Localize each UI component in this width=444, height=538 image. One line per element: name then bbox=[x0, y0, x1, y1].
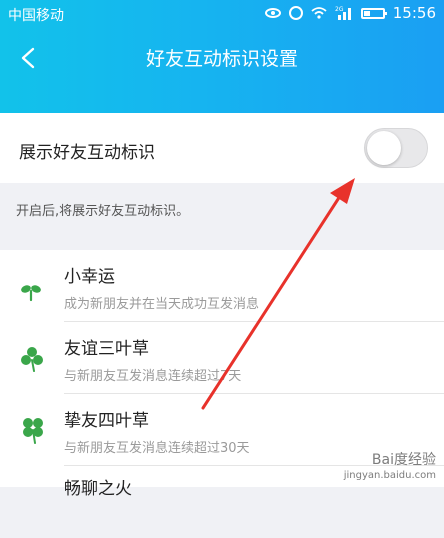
three-leaf-clover-icon bbox=[21, 347, 43, 372]
show-interaction-mark-switch[interactable] bbox=[364, 128, 428, 168]
status-icons: 2G 15:56 bbox=[264, 4, 436, 22]
watermark-url: jingyan.baidu.com bbox=[343, 470, 436, 481]
item-description: 与新朋友互发消息连续超过7天 bbox=[64, 369, 242, 384]
clock-time: 15:56 bbox=[392, 4, 436, 22]
battery-icon bbox=[360, 7, 387, 19]
list-item: 友谊三叶草 与新朋友互发消息连续超过7天 bbox=[0, 322, 444, 394]
wifi-icon bbox=[311, 7, 327, 19]
list-item: 小幸运 成为新朋友并在当天成功互发消息 bbox=[0, 250, 444, 322]
carrier-label: 中国移动 bbox=[8, 8, 64, 24]
eye-icon bbox=[264, 8, 281, 18]
item-title: 挚友四叶草 bbox=[64, 411, 149, 431]
item-title: 友谊三叶草 bbox=[64, 339, 149, 359]
switch-knob bbox=[367, 131, 401, 165]
network-badge: 2G bbox=[335, 6, 344, 13]
item-description: 与新朋友互发消息连续超过30天 bbox=[64, 441, 250, 456]
alarm-icon bbox=[288, 6, 303, 20]
item-title: 小幸运 bbox=[64, 267, 115, 287]
header-bar: 中国移动 2G 15:56 好友互动标识设置 bbox=[0, 0, 444, 113]
sprout-icon bbox=[21, 285, 41, 302]
watermark-text: Bai度经验 bbox=[371, 452, 436, 468]
item-description: 成为新朋友并在当天成功互发消息 bbox=[64, 297, 260, 312]
signal-icon: 2G bbox=[335, 6, 353, 20]
toggle-hint-text: 开启后,将展示好友互动标识。 bbox=[16, 204, 190, 219]
baidu-jingyan-watermark: Bai度经验 jingyan.baidu.com bbox=[344, 453, 436, 483]
toggle-label: 展示好友互动标识 bbox=[19, 143, 155, 163]
four-leaf-clover-icon bbox=[23, 418, 43, 444]
page-title: 好友互动标识设置 bbox=[145, 48, 298, 70]
status-bar: 中国移动 2G 15:56 bbox=[0, 0, 444, 28]
show-interaction-mark-row: 展示好友互动标识 bbox=[0, 113, 444, 183]
